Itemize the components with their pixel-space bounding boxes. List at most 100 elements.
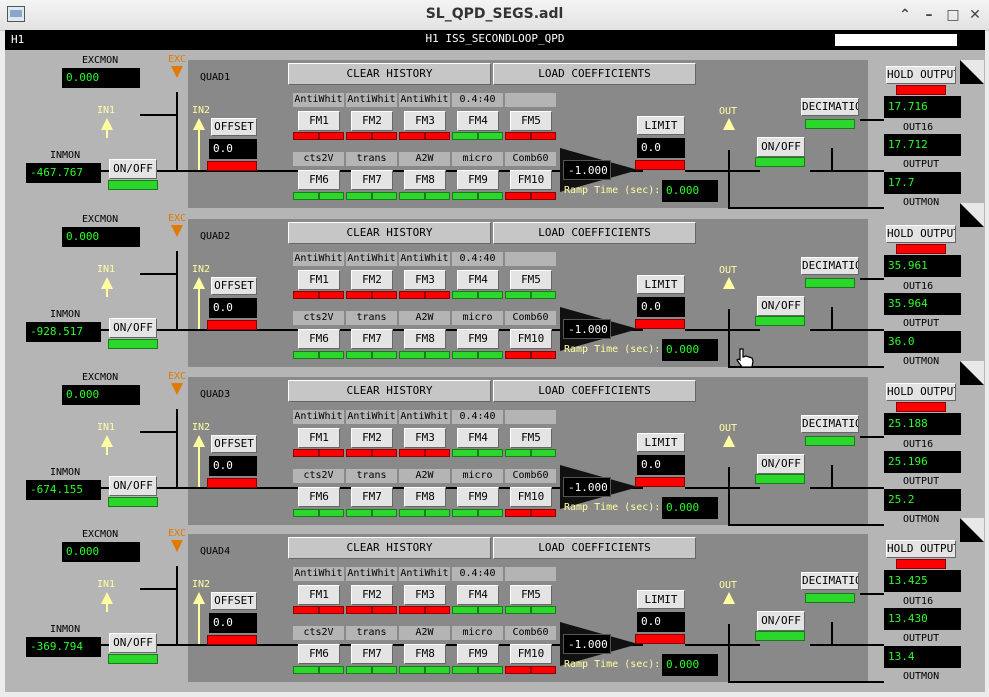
filter-fm9-button[interactable]: FM9 [457, 170, 499, 190]
offset-button[interactable]: OFFSET [211, 277, 257, 295]
limit-button[interactable]: LIMIT [637, 275, 685, 294]
filter-fm5-button[interactable]: FM5 [510, 585, 552, 605]
filter-name-label: micro [452, 626, 503, 640]
filter-fm10-button[interactable]: FM10 [510, 170, 552, 190]
hold-output-indicator [896, 402, 946, 412]
in1-onoff-button[interactable]: ON/OFF [109, 476, 157, 496]
filter-fm2-button[interactable]: FM2 [351, 111, 393, 131]
filter-fm5-button[interactable]: FM5 [510, 111, 552, 131]
out-onoff-button[interactable]: ON/OFF [757, 137, 805, 157]
collapse-icon[interactable]: ⌃ [895, 5, 915, 25]
in1-onoff-button[interactable]: ON/OFF [109, 633, 157, 653]
hold-output-button[interactable]: HOLD OUTPUT [886, 383, 956, 401]
related-display-corner-icon[interactable] [960, 361, 984, 385]
gain-value: -1.000 [563, 477, 611, 497]
filter-fm1-button[interactable]: FM1 [298, 111, 340, 131]
related-display-corner-icon[interactable] [960, 60, 984, 84]
decimation-button[interactable]: DECIMATION [801, 98, 859, 116]
limit-button[interactable]: LIMIT [637, 116, 685, 135]
hold-output-button[interactable]: HOLD OUTPUT [886, 225, 956, 243]
filter-fm4-button[interactable]: FM4 [457, 585, 499, 605]
limit-value[interactable]: 0.0 [637, 138, 685, 158]
filter-fm10-button[interactable]: FM10 [510, 487, 552, 507]
filter-fm4-button[interactable]: FM4 [457, 428, 499, 448]
inmon-wire [101, 170, 109, 172]
maximize-icon[interactable]: □ [943, 5, 963, 25]
filter-fm9-button[interactable]: FM9 [457, 329, 499, 349]
limit-button[interactable]: LIMIT [637, 590, 685, 609]
filter-fm3-button[interactable]: FM3 [404, 585, 446, 605]
filter-fm3-button[interactable]: FM3 [404, 270, 446, 290]
clear-history-button[interactable]: CLEAR HISTORY [288, 537, 491, 559]
filter-fm8-button[interactable]: FM8 [404, 487, 446, 507]
related-display-corner-icon[interactable] [960, 203, 984, 227]
close-icon[interactable]: ✕ [965, 5, 985, 25]
filter-fm3-button[interactable]: FM3 [404, 111, 446, 131]
decimation-button[interactable]: DECIMATION [801, 572, 859, 590]
load-coefficients-button[interactable]: LOAD COEFFICIENTS [493, 222, 696, 244]
out-onoff-button[interactable]: ON/OFF [757, 454, 805, 474]
limit-value[interactable]: 0.0 [637, 612, 685, 632]
decimation-button[interactable]: DECIMATION [801, 415, 859, 433]
ramp-time-value[interactable]: 0.000 [662, 497, 718, 519]
inmon-label: INMON [50, 309, 81, 320]
in1-onoff-button[interactable]: ON/OFF [109, 318, 157, 338]
ramp-time-value[interactable]: 0.000 [662, 180, 718, 202]
filter-fm5-button[interactable]: FM5 [510, 428, 552, 448]
filter-fm6-button[interactable]: FM6 [298, 170, 340, 190]
filter-fm7-button[interactable]: FM7 [351, 170, 393, 190]
offset-value[interactable]: 0.0 [209, 613, 257, 633]
out-label: OUT [719, 106, 738, 117]
filter-fm4-button[interactable]: FM4 [457, 270, 499, 290]
filter-fm1-button[interactable]: FM1 [298, 428, 340, 448]
related-display-corner-icon[interactable] [960, 518, 984, 542]
load-coefficients-button[interactable]: LOAD COEFFICIENTS [493, 63, 696, 85]
offset-value[interactable]: 0.0 [209, 298, 257, 318]
filter-fm2-button[interactable]: FM2 [351, 585, 393, 605]
filter-fm2-button[interactable]: FM2 [351, 428, 393, 448]
limit-value[interactable]: 0.0 [637, 455, 685, 475]
filter-fm7-button[interactable]: FM7 [351, 329, 393, 349]
clear-history-button[interactable]: CLEAR HISTORY [288, 380, 491, 402]
filter-fm10-button[interactable]: FM10 [510, 329, 552, 349]
filter-fm4-button[interactable]: FM4 [457, 111, 499, 131]
offset-button[interactable]: OFFSET [211, 592, 257, 610]
filter-fm8-button[interactable]: FM8 [404, 329, 446, 349]
clear-history-button[interactable]: CLEAR HISTORY [288, 63, 491, 85]
filter-fm8-button[interactable]: FM8 [404, 170, 446, 190]
offset-button[interactable]: OFFSET [211, 435, 257, 453]
filter-fm2-button[interactable]: FM2 [351, 270, 393, 290]
offset-button[interactable]: OFFSET [211, 118, 257, 136]
in1-onoff-button[interactable]: ON/OFF [109, 159, 157, 179]
limit-indicator [635, 477, 685, 487]
offset-value[interactable]: 0.0 [209, 456, 257, 476]
clear-history-button[interactable]: CLEAR HISTORY [288, 222, 491, 244]
filter-fm8-button[interactable]: FM8 [404, 644, 446, 664]
ramp-time-value[interactable]: 0.000 [662, 339, 718, 361]
filter-fm5-button[interactable]: FM5 [510, 270, 552, 290]
minimize-icon[interactable]: – [919, 5, 939, 25]
filter-fm9-button[interactable]: FM9 [457, 487, 499, 507]
decimation-button[interactable]: DECIMATION [801, 257, 859, 275]
filter-fm7-button[interactable]: FM7 [351, 644, 393, 664]
load-coefficients-button[interactable]: LOAD COEFFICIENTS [493, 380, 696, 402]
filter-fm1-button[interactable]: FM1 [298, 270, 340, 290]
out-onoff-button[interactable]: ON/OFF [757, 296, 805, 316]
ramp-time-value[interactable]: 0.000 [662, 654, 718, 676]
offset-value[interactable]: 0.0 [209, 139, 257, 159]
load-coefficients-button[interactable]: LOAD COEFFICIENTS [493, 537, 696, 559]
out-onoff-button[interactable]: ON/OFF [757, 611, 805, 631]
limit-button[interactable]: LIMIT [637, 433, 685, 452]
limit-value[interactable]: 0.0 [637, 297, 685, 317]
filter-fm6-button[interactable]: FM6 [298, 487, 340, 507]
filter-fm6-button[interactable]: FM6 [298, 644, 340, 664]
filter-fm1-button[interactable]: FM1 [298, 585, 340, 605]
filter-fm3-button[interactable]: FM3 [404, 428, 446, 448]
filter-fm6-button[interactable]: FM6 [298, 329, 340, 349]
filter-fm10-button[interactable]: FM10 [510, 644, 552, 664]
quad-name: QUAD2 [200, 231, 231, 242]
filter-fm7-button[interactable]: FM7 [351, 487, 393, 507]
hold-output-button[interactable]: HOLD OUTPUT [886, 540, 956, 558]
hold-output-button[interactable]: HOLD OUTPUT [886, 66, 956, 84]
filter-fm9-button[interactable]: FM9 [457, 644, 499, 664]
